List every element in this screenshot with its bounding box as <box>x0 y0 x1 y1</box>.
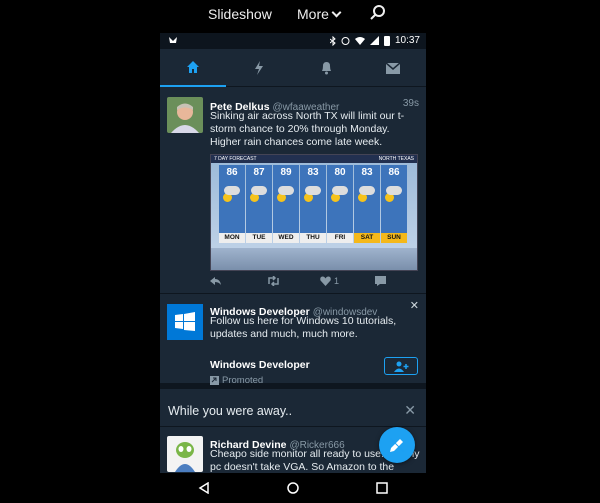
cloud-icon <box>224 186 240 195</box>
bluetooth-icon <box>329 35 336 46</box>
bell-icon <box>321 62 331 75</box>
forecast-header: 7 DAY FORECAST NORTH TEXAS <box>211 155 417 163</box>
while-away-header: While you were away.. ✕ <box>160 395 426 427</box>
follow-button[interactable] <box>384 357 418 375</box>
lightning-icon <box>255 61 263 75</box>
forecast-day: 86 MON <box>219 165 245 243</box>
battery-icon <box>383 35 390 46</box>
forecast-region: NORTH TEXAS <box>378 156 414 162</box>
status-time: 10:37 <box>394 35 420 46</box>
envelope-icon <box>386 62 400 74</box>
cloud-icon <box>386 186 402 195</box>
dismiss-icon[interactable]: ✕ <box>410 299 419 312</box>
more-menu-button[interactable]: More <box>297 6 342 22</box>
signal-icon <box>369 36 379 45</box>
forecast-title: 7 DAY FORECAST <box>214 156 257 162</box>
phone-screen: 10:37 Pete Delkus @wfaaweather 39s Sinkin… <box>160 33 426 503</box>
direct-message-icon[interactable] <box>375 276 386 286</box>
android-nav-bar <box>160 473 426 503</box>
forecast-day-label: WED <box>273 233 299 243</box>
promo-account-name[interactable]: Windows Developer <box>210 359 310 371</box>
tweet-text: Sinking air across North TX will limit o… <box>210 110 405 148</box>
cloud-icon <box>305 186 321 195</box>
compose-icon <box>389 437 405 453</box>
forecast-days: 86 MON 87 TUE 89 WED 83 THU 80 FRI 83 SAT 86 SU… <box>219 165 408 243</box>
forecast-day-label: TUE <box>246 233 272 243</box>
like-count: 1 <box>334 276 340 286</box>
avatar[interactable] <box>167 97 203 133</box>
forecast-day: 89 WED <box>273 165 299 243</box>
cloud-icon <box>278 186 294 195</box>
tab-notifications[interactable] <box>293 49 359 87</box>
tab-bar <box>160 49 426 87</box>
add-user-icon <box>394 361 409 372</box>
promoted-tweet-card[interactable]: Windows Developer @windowsdev ✕ Follow us… <box>160 295 426 389</box>
promoted-icon <box>210 376 219 385</box>
tweet-image[interactable]: 7 DAY FORECAST NORTH TEXAS 86 MON 87 TUE 8… <box>210 154 418 271</box>
tweet-timestamp: 39s <box>402 98 419 109</box>
while-away-title: While you were away.. <box>168 404 293 418</box>
forecast-skyline <box>211 248 417 270</box>
promoted-text: Promoted <box>222 375 264 386</box>
close-icon[interactable]: ✕ <box>404 402 416 419</box>
forecast-day: 86 SUN <box>381 165 407 243</box>
forecast-temp: 87 <box>253 167 265 178</box>
windows-logo-icon[interactable] <box>167 304 203 340</box>
forecast-day-label: THU <box>300 233 326 243</box>
home-icon <box>187 61 199 73</box>
bird-notification-icon <box>169 37 177 43</box>
more-label: More <box>297 6 329 22</box>
recents-icon[interactable] <box>375 482 388 494</box>
forecast-day-label: SUN <box>381 233 407 243</box>
forecast-temp: 83 <box>307 167 319 178</box>
forecast-day: 80 FRI <box>327 165 353 243</box>
cloud-icon <box>332 186 348 195</box>
cloud-icon <box>359 186 375 195</box>
compose-tweet-button[interactable] <box>379 427 415 463</box>
slideshow-button[interactable]: Slideshow <box>208 6 272 22</box>
forecast-temp: 80 <box>334 167 346 178</box>
forecast-temp: 83 <box>361 167 373 178</box>
home-nav-icon[interactable] <box>287 482 299 494</box>
tab-home[interactable] <box>160 49 226 87</box>
forecast-day: 83 SAT <box>354 165 380 243</box>
reply-icon[interactable] <box>210 276 221 286</box>
tweet-card[interactable]: Pete Delkus @wfaaweather 39s Sinking air … <box>160 88 426 294</box>
status-bar: 10:37 <box>160 33 426 49</box>
avatar[interactable] <box>167 436 203 472</box>
chevron-down-icon <box>331 7 342 18</box>
forecast-day-label: SAT <box>354 233 380 243</box>
forecast-day-label: FRI <box>327 233 353 243</box>
back-icon[interactable] <box>198 482 210 494</box>
tweet-text: Follow us here for Windows 10 tutorials,… <box>210 315 397 340</box>
wifi-icon <box>354 36 365 45</box>
forecast-day: 83 THU <box>300 165 326 243</box>
promoted-label: Promoted <box>210 375 263 386</box>
tab-messages[interactable] <box>360 49 426 87</box>
tweet-actions: 1 <box>210 276 420 288</box>
search-icon[interactable] <box>369 4 387 22</box>
forecast-temp: 86 <box>226 167 238 178</box>
forecast-temp: 89 <box>280 167 292 178</box>
forecast-day-label: MON <box>219 233 245 243</box>
forecast-day: 87 TUE <box>246 165 272 243</box>
cloud-icon <box>251 186 267 195</box>
gallery-toolbar: Slideshow More <box>0 0 600 30</box>
alarm-icon <box>341 37 350 45</box>
forecast-temp: 86 <box>388 167 400 178</box>
like-icon[interactable] <box>320 276 331 286</box>
retweet-icon[interactable] <box>267 276 280 286</box>
tab-moments[interactable] <box>226 49 292 87</box>
